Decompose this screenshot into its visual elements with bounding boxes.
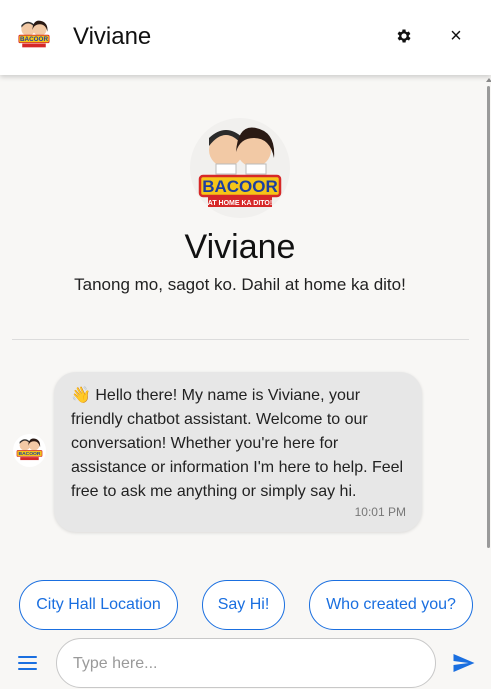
profile-name: Viviane bbox=[184, 228, 296, 266]
quick-reply-city-hall-location[interactable]: City Hall Location bbox=[19, 580, 178, 630]
message-input[interactable] bbox=[73, 652, 413, 676]
message-timestamp: 10:01 PM bbox=[354, 505, 406, 519]
gear-icon[interactable] bbox=[395, 27, 413, 45]
profile-tagline: Tanong mo, sagot ko. Dahil at home ka di… bbox=[74, 275, 406, 294]
divider bbox=[12, 339, 469, 340]
scroll-up-arrow-icon[interactable] bbox=[486, 78, 491, 82]
send-icon[interactable] bbox=[451, 651, 476, 675]
message-input-container[interactable] bbox=[56, 638, 436, 688]
close-icon[interactable]: × bbox=[446, 26, 466, 46]
chat-header: BACOOR Viviane × bbox=[0, 0, 491, 75]
menu-icon[interactable] bbox=[18, 655, 38, 671]
scrollbar-thumb[interactable] bbox=[487, 86, 490, 548]
scrollbar[interactable] bbox=[486, 78, 491, 558]
bot-avatar: BACOOR bbox=[13, 15, 55, 57]
profile-avatar: BACOOR AT HOME KA DITO! bbox=[190, 118, 290, 218]
message-body: Hello there! My name is Viviane, your fr… bbox=[71, 387, 404, 500]
quick-reply-say-hi[interactable]: Say Hi! bbox=[202, 580, 285, 630]
message-logo-text: BACOOR bbox=[19, 451, 41, 457]
profile-logo-text: BACOOR bbox=[202, 177, 278, 196]
bot-message-bubble: 👋 Hello there! My name is Viviane, your … bbox=[54, 372, 422, 532]
quick-reply-who-created-you[interactable]: Who created you? bbox=[309, 580, 473, 630]
chat-title: Viviane bbox=[73, 23, 152, 50]
waving-hand-icon: 👋 bbox=[71, 387, 91, 404]
profile-logo-banner: AT HOME KA DITO! bbox=[208, 200, 272, 207]
message-text: 👋 Hello there! My name is Viviane, your … bbox=[71, 384, 406, 504]
message-avatar: BACOOR bbox=[13, 434, 46, 467]
logo-text: BACOOR bbox=[20, 36, 48, 43]
